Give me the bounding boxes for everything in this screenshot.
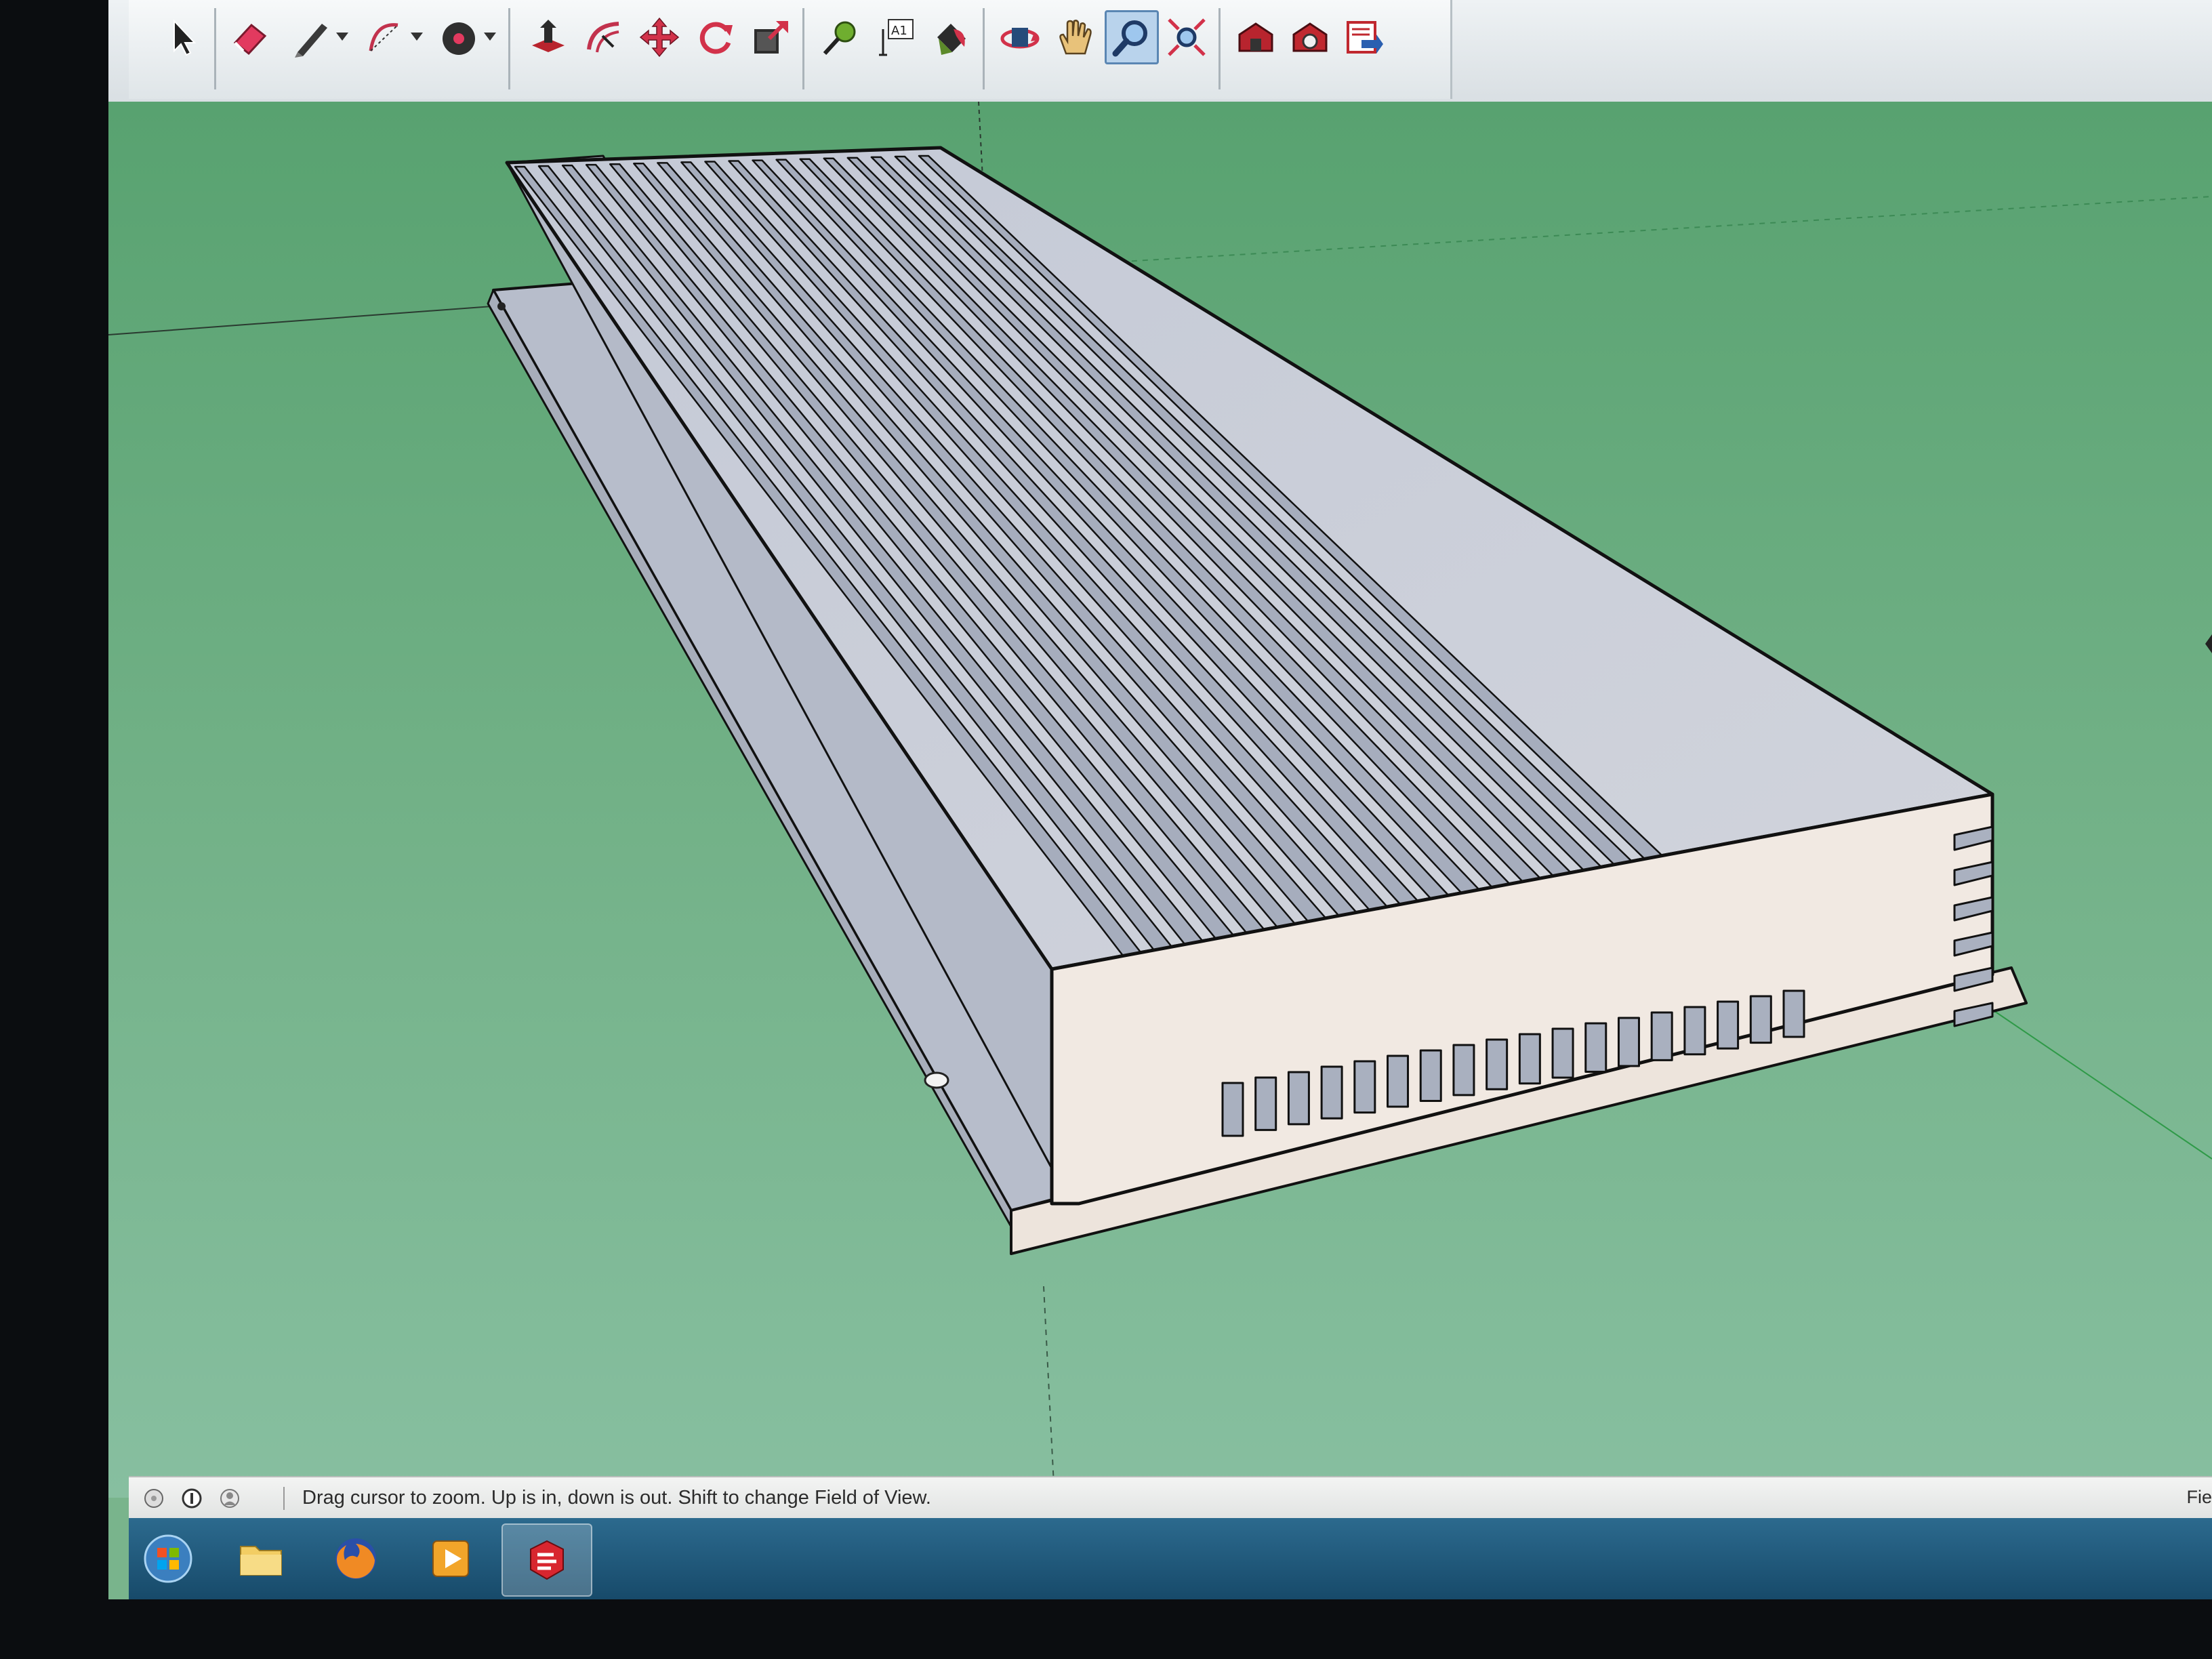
front-notch <box>1419 1049 1442 1102</box>
orbit-icon[interactable] <box>995 12 1045 62</box>
hand-icon[interactable] <box>1050 12 1101 62</box>
front-notch <box>1452 1044 1475 1097</box>
windows-taskbar <box>129 1518 2212 1599</box>
front-notch <box>1320 1065 1343 1120</box>
front-notch <box>1617 1017 1640 1067</box>
front-notch <box>1221 1082 1244 1137</box>
chevron-down-icon[interactable] <box>333 27 351 45</box>
status-message: Drag cursor to zoom. Up is in, down is o… <box>302 1487 931 1509</box>
front-notch <box>1387 1054 1410 1108</box>
move-icon[interactable] <box>634 12 684 62</box>
circle-icon[interactable] <box>434 12 484 62</box>
modeling-viewport[interactable] <box>108 102 2212 1498</box>
firefox-icon <box>335 1538 376 1579</box>
front-notch <box>1683 1006 1706 1056</box>
front-notch <box>1518 1033 1541 1085</box>
mounting-hole <box>924 1071 949 1089</box>
sketchup-icon <box>530 1540 564 1580</box>
folder-icon <box>240 1546 282 1576</box>
arc-icon[interactable] <box>359 12 409 62</box>
model-canvas[interactable] <box>108 102 2212 1498</box>
layout-icon[interactable] <box>1339 12 1389 62</box>
geolocation-icon[interactable] <box>142 1487 165 1510</box>
front-notch <box>1584 1022 1607 1073</box>
taskbar-firefox[interactable] <box>312 1523 400 1594</box>
main-toolbar: A1 <box>108 0 2212 104</box>
sketchup-window: A1 Drag cursor to zoom. Up is in, down i… <box>108 0 2212 1599</box>
toolbar-separator <box>1218 8 1221 89</box>
chevron-down-icon[interactable] <box>481 27 499 45</box>
front-notch <box>1551 1027 1574 1079</box>
taskbar-file-explorer[interactable] <box>217 1523 305 1594</box>
magnifier-icon[interactable] <box>1105 10 1159 64</box>
toolbar-separator <box>214 8 216 89</box>
front-notch <box>1749 995 1772 1044</box>
user-icon[interactable] <box>218 1487 241 1510</box>
start-button[interactable] <box>129 1523 207 1594</box>
measurements-label: Fie <box>2186 1487 2212 1507</box>
front-notch <box>1486 1038 1509 1090</box>
windows-start-icon <box>144 1534 192 1583</box>
front-notch <box>1287 1071 1310 1126</box>
push-pull-icon[interactable] <box>523 12 573 62</box>
front-notch <box>1717 1000 1740 1050</box>
status-bar: Drag cursor to zoom. Up is in, down is o… <box>129 1476 2212 1519</box>
taskbar-sketchup[interactable] <box>501 1523 592 1597</box>
front-notch <box>1782 989 1805 1038</box>
tape-measure-icon[interactable] <box>815 12 865 62</box>
toolbar-separator <box>508 8 510 89</box>
text-tool-icon[interactable]: A1 <box>870 12 920 62</box>
chevron-down-icon[interactable] <box>408 27 426 45</box>
extension-icon[interactable] <box>1285 12 1335 62</box>
warehouse-icon[interactable] <box>1231 12 1281 62</box>
mounting-hole <box>497 302 506 310</box>
front-notch <box>1353 1060 1376 1114</box>
arrow-cursor-icon[interactable] <box>156 12 206 62</box>
text-tool-label: A1 <box>891 24 907 38</box>
taskbar-media-player[interactable] <box>407 1523 495 1594</box>
eraser-icon[interactable] <box>225 12 275 62</box>
offset-icon[interactable] <box>579 12 629 62</box>
zoom-extents-icon[interactable] <box>1162 12 1212 62</box>
large-tool-set: A1 <box>129 0 1452 99</box>
front-notch <box>1254 1076 1277 1131</box>
pencil-icon[interactable] <box>286 12 336 62</box>
status-divider <box>283 1487 285 1510</box>
scale-icon[interactable] <box>745 12 796 62</box>
rotate-icon[interactable] <box>690 12 740 62</box>
front-notch <box>1650 1011 1673 1061</box>
credits-icon[interactable] <box>180 1487 203 1510</box>
toolbar-separator <box>802 8 804 89</box>
media-player-icon <box>432 1540 469 1577</box>
paint-bucket-icon[interactable] <box>926 12 976 62</box>
toolbar-separator <box>983 8 985 89</box>
